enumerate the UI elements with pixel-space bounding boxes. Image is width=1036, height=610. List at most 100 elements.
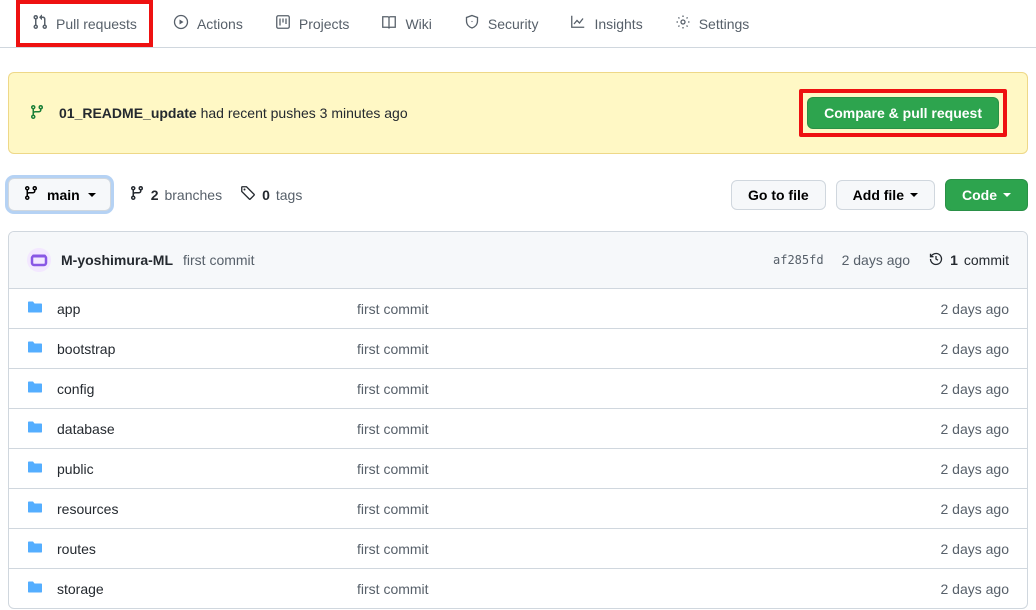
file-ago: 2 days ago bbox=[899, 301, 1009, 317]
commit-ago[interactable]: 2 days ago bbox=[842, 252, 911, 268]
branch-name: main bbox=[47, 187, 80, 203]
tab-label: Pull requests bbox=[56, 16, 137, 32]
chevron-down-icon bbox=[88, 193, 96, 197]
alert-suffix: had recent pushes 3 minutes ago bbox=[197, 105, 408, 121]
tab-label: Wiki bbox=[405, 16, 431, 32]
file-row: bootstrap first commit2 days ago bbox=[9, 329, 1027, 369]
play-icon bbox=[173, 14, 189, 33]
folder-icon bbox=[27, 419, 43, 438]
file-row: app first commit2 days ago bbox=[9, 289, 1027, 329]
file-ago: 2 days ago bbox=[899, 501, 1009, 517]
tab-security[interactable]: Security bbox=[452, 0, 551, 47]
file-ago: 2 days ago bbox=[899, 461, 1009, 477]
commits-count: 1 bbox=[950, 252, 958, 268]
code-button[interactable]: Code bbox=[945, 179, 1028, 211]
file-commit-message[interactable]: first commit bbox=[357, 501, 899, 517]
git-branch-icon bbox=[29, 104, 45, 123]
shield-icon bbox=[464, 14, 480, 33]
file-row: storage first commit2 days ago bbox=[9, 569, 1027, 608]
tab-label: Projects bbox=[299, 16, 350, 32]
file-browser: M-yoshimura-ML first commit af285fd 2 da… bbox=[8, 231, 1028, 609]
git-branch-icon bbox=[23, 185, 39, 204]
commit-message[interactable]: first commit bbox=[183, 252, 255, 268]
tab-label: Actions bbox=[197, 16, 243, 32]
file-commit-message[interactable]: first commit bbox=[357, 341, 899, 357]
commit-sha[interactable]: af285fd bbox=[773, 253, 824, 267]
branch-selector-button[interactable]: main bbox=[8, 178, 111, 211]
file-name-link[interactable]: bootstrap bbox=[57, 341, 115, 357]
avatar[interactable] bbox=[27, 248, 51, 272]
file-ago: 2 days ago bbox=[899, 581, 1009, 597]
gear-icon bbox=[675, 14, 691, 33]
file-name-link[interactable]: resources bbox=[57, 501, 118, 517]
file-commit-message[interactable]: first commit bbox=[357, 541, 899, 557]
git-pull-request-icon bbox=[32, 14, 48, 33]
button-label: Add file bbox=[853, 187, 904, 203]
tab-label: Insights bbox=[594, 16, 642, 32]
tab-label: Security bbox=[488, 16, 539, 32]
file-row: config first commit2 days ago bbox=[9, 369, 1027, 409]
book-icon bbox=[381, 14, 397, 33]
tab-pull-requests[interactable]: Pull requests bbox=[16, 0, 153, 47]
button-label: Code bbox=[962, 187, 997, 203]
tab-projects[interactable]: Projects bbox=[263, 0, 362, 47]
file-name-link[interactable]: database bbox=[57, 421, 115, 437]
go-to-file-button[interactable]: Go to file bbox=[731, 180, 826, 210]
file-name-link[interactable]: storage bbox=[57, 581, 104, 597]
folder-icon bbox=[27, 499, 43, 518]
file-name-link[interactable]: app bbox=[57, 301, 80, 317]
file-ago: 2 days ago bbox=[899, 341, 1009, 357]
button-label: Go to file bbox=[748, 187, 809, 203]
tab-insights[interactable]: Insights bbox=[558, 0, 654, 47]
repo-nav: Pull requests Actions Projects Wiki Secu… bbox=[0, 0, 1036, 48]
file-ago: 2 days ago bbox=[899, 381, 1009, 397]
tab-settings[interactable]: Settings bbox=[663, 0, 762, 47]
file-row: public first commit2 days ago bbox=[9, 449, 1027, 489]
repo-actions-row: main 2 branches 0 tags Go to file bbox=[8, 178, 1028, 211]
file-row: resources first commit2 days ago bbox=[9, 489, 1027, 529]
tag-icon bbox=[240, 185, 256, 204]
graph-icon bbox=[570, 14, 586, 33]
alert-text: 01_README_update had recent pushes 3 min… bbox=[59, 105, 408, 121]
file-name-link[interactable]: public bbox=[57, 461, 94, 477]
branches-count: 2 bbox=[151, 187, 159, 203]
tab-label: Settings bbox=[699, 16, 750, 32]
commits-label: commit bbox=[964, 252, 1009, 268]
file-ago: 2 days ago bbox=[899, 421, 1009, 437]
file-name-link[interactable]: routes bbox=[57, 541, 96, 557]
button-label: Compare & pull request bbox=[824, 105, 982, 121]
file-commit-message[interactable]: first commit bbox=[357, 421, 899, 437]
branches-link[interactable]: 2 branches bbox=[129, 185, 222, 204]
commits-link[interactable]: 1 commit bbox=[928, 251, 1009, 270]
history-icon bbox=[928, 251, 944, 270]
add-file-button[interactable]: Add file bbox=[836, 180, 935, 210]
alert-branch-name: 01_README_update bbox=[59, 105, 197, 121]
compare-pull-request-button[interactable]: Compare & pull request bbox=[807, 97, 999, 129]
folder-icon bbox=[27, 459, 43, 478]
file-commit-message[interactable]: first commit bbox=[357, 381, 899, 397]
folder-icon bbox=[27, 379, 43, 398]
folder-icon bbox=[27, 579, 43, 598]
branches-label: branches bbox=[164, 187, 222, 203]
tab-wiki[interactable]: Wiki bbox=[369, 0, 443, 47]
file-name-link[interactable]: config bbox=[57, 381, 94, 397]
tags-link[interactable]: 0 tags bbox=[240, 185, 302, 204]
latest-commit-bar: M-yoshimura-ML first commit af285fd 2 da… bbox=[9, 232, 1027, 289]
chevron-down-icon bbox=[910, 193, 918, 197]
tab-actions[interactable]: Actions bbox=[161, 0, 255, 47]
recent-push-alert: 01_README_update had recent pushes 3 min… bbox=[8, 72, 1028, 154]
chevron-down-icon bbox=[1003, 193, 1011, 197]
tags-count: 0 bbox=[262, 187, 270, 203]
file-commit-message[interactable]: first commit bbox=[357, 581, 899, 597]
file-commit-message[interactable]: first commit bbox=[357, 461, 899, 477]
project-icon bbox=[275, 14, 291, 33]
git-branch-icon bbox=[129, 185, 145, 204]
folder-icon bbox=[27, 299, 43, 318]
folder-icon bbox=[27, 339, 43, 358]
file-row: routesfirst commit2 days ago bbox=[9, 529, 1027, 569]
file-commit-message[interactable]: first commit bbox=[357, 301, 899, 317]
tags-label: tags bbox=[276, 187, 302, 203]
file-row: database first commit2 days ago bbox=[9, 409, 1027, 449]
commit-author[interactable]: M-yoshimura-ML bbox=[61, 252, 173, 268]
folder-icon bbox=[27, 539, 43, 558]
